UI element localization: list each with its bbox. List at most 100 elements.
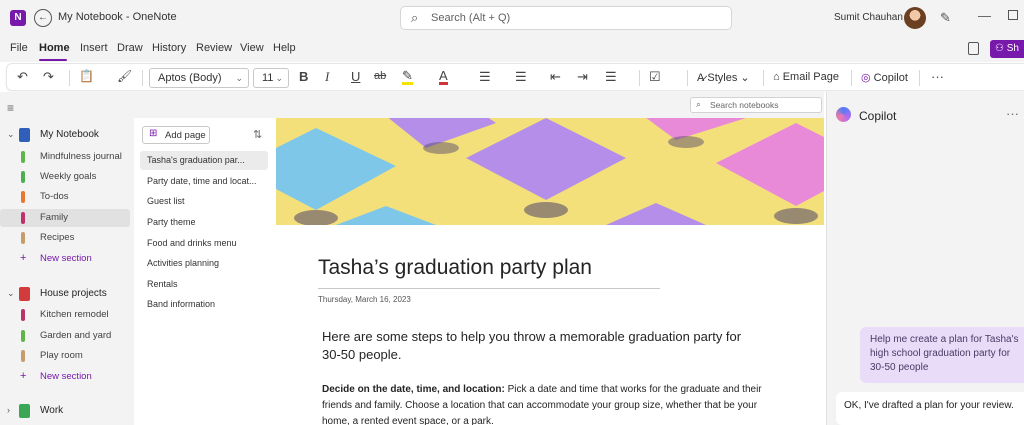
tab-review[interactable]: Review [196,42,232,54]
search-icon: ⌕ [411,10,419,25]
numbering-icon[interactable]: ☰ [515,69,527,85]
page-item[interactable]: Food and drinks menu [140,234,268,253]
divider [851,70,852,86]
section-weekly-goals[interactable]: Weekly goals [0,168,130,186]
notebook-label: My Notebook [40,129,99,140]
notebook-label: House projects [40,288,107,299]
active-tab-indicator [39,59,67,61]
email-icon: ⌂ [773,71,780,83]
graduation-caps-image [276,118,824,225]
divider [763,70,764,86]
new-section-button[interactable]: + New section [0,368,130,386]
section-garden-and-yard[interactable]: Garden and yard [0,327,130,345]
sort-icon[interactable]: ⇅ [253,128,262,141]
page-body-text[interactable]: Decide on the date, time, and location: … [322,382,768,425]
undo-icon[interactable]: ↶ [17,69,28,85]
search-notebooks-placeholder: Search notebooks [710,100,779,110]
page-item[interactable]: Party date, time and locat... [140,172,268,191]
page-item[interactable]: Party theme [140,213,268,232]
page-item[interactable]: Rentals [140,275,268,294]
font-name-value: Aptos (Body) [158,72,222,84]
format-painter-icon[interactable]: 🖌 [117,69,132,83]
page-title-label: Activities planning [147,258,220,268]
styles-icon: A̷ [697,72,705,84]
minimize-icon[interactable]: — [978,8,991,23]
underline-button[interactable]: U [351,69,360,84]
section-color-icon [21,350,25,362]
search-notebooks-input[interactable]: ⌕ Search notebooks [690,97,822,113]
font-color-icon[interactable]: A [439,69,448,85]
more-options-icon[interactable]: ··· [1006,106,1019,121]
tag-icon[interactable]: ☑ [649,69,661,85]
notebook-icon [19,128,30,142]
section-family[interactable]: Family [0,209,130,227]
page-title-label: Guest list [147,196,185,206]
styles-button[interactable]: A̷ Styles ⌄ [697,71,750,84]
font-size-select[interactable]: 11 ⌄ [253,68,289,88]
tab-draw[interactable]: Draw [117,42,143,54]
chevron-down-icon: ⌄ [275,73,283,83]
section-label: Mindfulness journal [40,151,122,162]
notebook-my-notebook[interactable]: ⌄ My Notebook [0,125,134,145]
font-name-select[interactable]: Aptos (Body) ⌄ [149,68,249,88]
page-title-label: Tasha's graduation par... [147,155,245,165]
notebook-icon [19,287,30,301]
divider [919,70,920,86]
page-item[interactable]: Tasha's graduation par... [140,151,268,170]
notebook-icon[interactable] [968,42,979,55]
back-button[interactable]: ← [34,9,52,27]
tab-view[interactable]: View [240,42,264,54]
section-recipes[interactable]: Recipes [0,229,130,247]
bullets-icon[interactable]: ☰ [479,69,491,85]
page-title[interactable]: Tasha’s graduation party plan [318,256,592,280]
search-input[interactable]: ⌕ Search (Alt + Q) [400,6,732,30]
font-size-value: 11 [262,72,274,84]
section-play-room[interactable]: Play room [0,347,130,365]
page-title-label: Party theme [147,217,196,227]
pen-icon[interactable]: ✎ [940,10,951,26]
tab-history[interactable]: History [152,42,186,54]
email-page-button[interactable]: ⌂ Email Page [773,71,839,83]
maximize-icon[interactable] [1008,10,1018,20]
styles-label: Styles [707,72,738,84]
align-icon[interactable]: ☰ [605,69,617,85]
share-button[interactable]: ⚇ Sh [990,40,1024,58]
page-intro[interactable]: Here are some steps to help you throw a … [322,328,762,364]
more-options-icon[interactable]: ··· [931,69,944,84]
redo-icon[interactable]: ↷ [43,69,54,85]
user-name[interactable]: Sumit Chauhan [834,12,903,23]
search-icon: ⌕ [696,99,702,109]
page-item[interactable]: Band information [140,295,268,314]
divider [687,70,688,86]
section-label: Play room [40,350,83,361]
page-item[interactable]: Activities planning [140,254,268,273]
highlight-icon[interactable]: ✎ [402,69,413,85]
hamburger-icon[interactable]: ≡ [7,101,14,115]
notebook-label: Work [40,405,64,416]
add-page-button[interactable]: ⊞ Add page [142,126,210,144]
indent-icon[interactable]: ⇥ [577,69,588,85]
copilot-response: OK, I've drafted a plan for your review. [836,392,1024,425]
page-item[interactable]: Guest list [140,192,268,211]
outdent-icon[interactable]: ⇤ [550,69,561,85]
notebook-work[interactable]: › Work [0,401,134,421]
bold-button[interactable]: B [299,69,308,84]
italic-button[interactable]: I [325,69,329,85]
chevron-down-icon: ⌄ [235,73,243,83]
notebook-house-projects[interactable]: ⌄ House projects [0,284,134,304]
tab-file[interactable]: File [10,42,28,54]
avatar[interactable] [904,7,926,29]
copilot-title: Copilot [859,109,897,123]
add-page-icon: ⊞ [149,128,158,139]
section-to-dos[interactable]: To-dos [0,188,130,206]
tab-insert[interactable]: Insert [80,42,108,54]
copilot-button[interactable]: ◎ Copilot [861,71,908,84]
strikethrough-button[interactable]: ab [374,70,386,82]
new-section-button[interactable]: + New section [0,250,130,268]
section-mindfulness-journal[interactable]: Mindfulness journal [0,148,130,166]
section-kitchen-remodel[interactable]: Kitchen remodel [0,306,130,324]
tab-help[interactable]: Help [273,42,296,54]
paste-icon[interactable]: 📋 [79,69,94,83]
divider [142,70,143,86]
tab-home[interactable]: Home [39,42,70,54]
